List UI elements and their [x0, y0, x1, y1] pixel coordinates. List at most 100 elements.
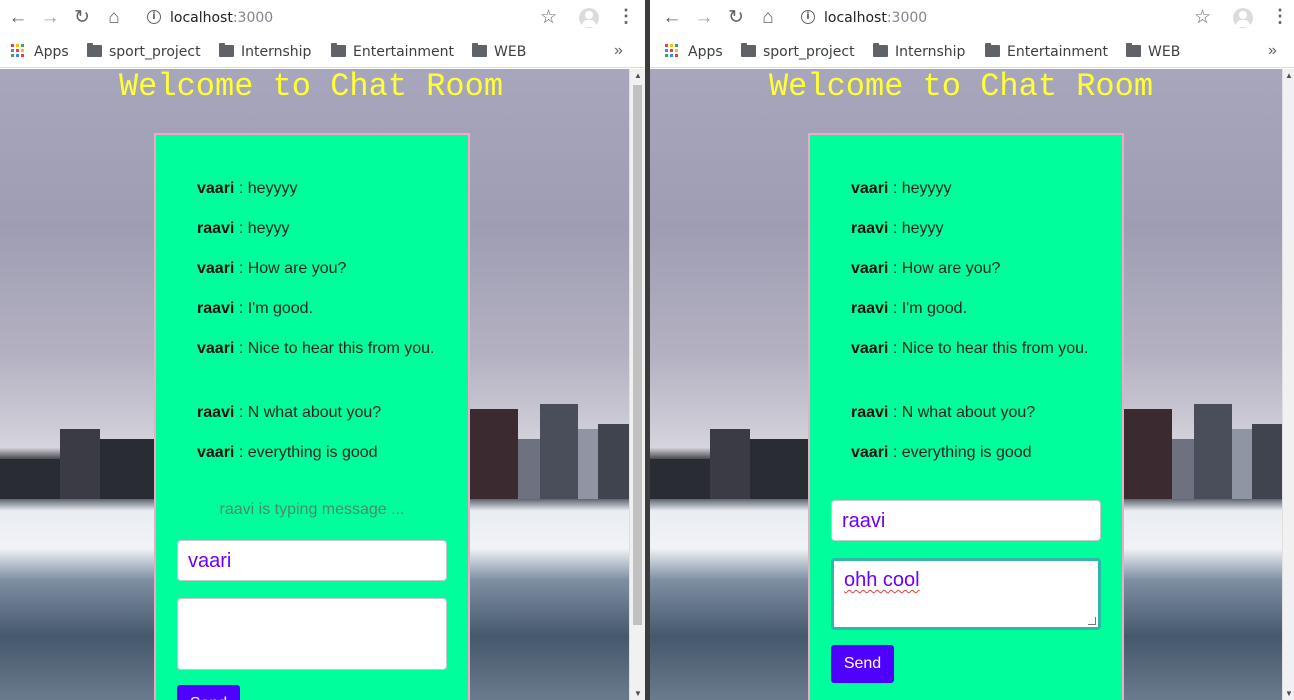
back-arrow-icon[interactable]: ← — [662, 8, 682, 28]
name-input[interactable]: raavi — [831, 500, 1101, 541]
message-text: : Nice to hear this from you. — [888, 340, 1089, 357]
scroll-up-arrow-icon[interactable]: ▲ — [634, 71, 642, 80]
site-info-icon[interactable]: i — [147, 10, 161, 24]
message-text: : I'm good. — [234, 300, 314, 317]
vertical-scrollbar[interactable]: ▲ ▼ — [629, 69, 645, 700]
reload-icon[interactable]: ↻ — [726, 8, 746, 28]
page-viewport: Welcome to Chat Room vaari : heyyyy raav… — [650, 69, 1282, 700]
chat-container: vaari : heyyyy raavi : heyyy vaari : How… — [808, 133, 1124, 700]
message-text: : heyyy — [234, 220, 290, 237]
typing-indicator: raavi is typing message ... — [219, 501, 405, 518]
chat-message: vaari : Nice to hear this from you. — [851, 337, 1091, 361]
chat-message: raavi : N what about you? — [851, 401, 1091, 425]
chat-message: vaari : heyyyy — [851, 177, 1091, 201]
browser-toolbar: ← → ↻ ⌂ i localhost:3000 ☆ ⋮ — [650, 0, 1294, 36]
folder-icon — [985, 43, 1000, 57]
profile-avatar-icon[interactable] — [579, 8, 599, 28]
message-author: raavi — [851, 220, 889, 237]
message-text: : everything is good — [888, 444, 1032, 461]
message-author: vaari — [197, 180, 235, 197]
apps-grid-icon — [665, 44, 678, 57]
profile-avatar-icon[interactable] — [1233, 8, 1253, 28]
chat-message: raavi : I'm good. — [851, 297, 1091, 321]
page-viewport: Welcome to Chat Room vaari : heyyyy raav… — [0, 69, 629, 700]
bookmark-internship[interactable]: Internship — [895, 43, 965, 61]
menu-kebab-icon[interactable]: ⋮ — [1271, 7, 1289, 25]
message-author: vaari — [851, 260, 889, 277]
chat-message: raavi : heyyy — [851, 217, 1091, 241]
message-author: raavi — [197, 220, 235, 237]
message-author: vaari — [851, 444, 889, 461]
message-text: : I'm good. — [888, 300, 968, 317]
message-textarea[interactable]: ohh cool — [831, 558, 1101, 630]
name-input[interactable]: vaari — [177, 540, 447, 581]
message-author: vaari — [851, 340, 889, 357]
site-info-icon[interactable]: i — [801, 10, 815, 24]
message-author: vaari — [197, 444, 235, 461]
message-text: : heyyy — [888, 220, 944, 237]
scroll-down-arrow-icon[interactable]: ▼ — [1285, 689, 1293, 698]
address-bar[interactable]: localhost:3000 — [170, 10, 273, 26]
folder-icon — [87, 43, 102, 57]
scrollbar-thumb[interactable] — [633, 85, 642, 625]
bookmark-web[interactable]: WEB — [494, 43, 526, 61]
message-text: : heyyyy — [234, 180, 298, 197]
folder-icon — [1126, 43, 1141, 57]
bookmark-entertainment[interactable]: Entertainment — [1007, 43, 1108, 61]
chat-message: raavi : I'm good. — [197, 297, 437, 321]
browser-toolbar: ← → ↻ ⌂ i localhost:3000 ☆ ⋮ — [0, 0, 645, 36]
bookmark-sport-project[interactable]: sport_project — [763, 43, 855, 61]
browser-window-right: ← → ↻ ⌂ i localhost:3000 ☆ ⋮ Apps sport_… — [650, 0, 1294, 700]
chat-message: raavi : N what about you? — [197, 401, 437, 425]
send-button[interactable]: Send — [177, 685, 240, 700]
bookmark-apps[interactable]: Apps — [34, 43, 69, 61]
message-author: raavi — [851, 404, 889, 421]
message-text: : How are you? — [234, 260, 347, 277]
bookmarks-overflow-icon[interactable]: » — [614, 42, 623, 60]
folder-icon — [331, 43, 346, 57]
bookmark-star-icon[interactable]: ☆ — [1194, 6, 1211, 29]
chat-message: vaari : everything is good — [851, 441, 1091, 465]
bookmark-internship[interactable]: Internship — [241, 43, 311, 61]
message-textarea[interactable] — [177, 598, 447, 670]
folder-icon — [741, 43, 756, 57]
bookmarks-overflow-icon[interactable]: » — [1268, 42, 1277, 60]
scroll-down-arrow-icon[interactable]: ▼ — [634, 689, 642, 698]
page-title: Welcome to Chat Room — [768, 69, 1154, 105]
message-text: : N what about you? — [888, 404, 1036, 421]
folder-icon — [873, 43, 888, 57]
resize-handle-icon[interactable] — [1088, 617, 1096, 625]
chat-message: vaari : heyyyy — [197, 177, 437, 201]
bookmark-web[interactable]: WEB — [1148, 43, 1180, 61]
home-icon[interactable]: ⌂ — [104, 8, 124, 28]
bookmarks-bar: Apps sport_project Internship Entertainm… — [0, 36, 645, 68]
chat-message: vaari : How are you? — [197, 257, 437, 281]
message-author: raavi — [851, 300, 889, 317]
back-arrow-icon[interactable]: ← — [8, 8, 28, 28]
chat-container: vaari : heyyyy raavi : heyyy vaari : How… — [154, 133, 470, 700]
scroll-up-arrow-icon[interactable]: ▲ — [1285, 71, 1293, 80]
vertical-scrollbar[interactable]: ▲ ▼ — [1282, 69, 1294, 700]
chat-message: raavi : heyyy — [197, 217, 437, 241]
message-text: : heyyyy — [888, 180, 952, 197]
message-author: raavi — [197, 404, 235, 421]
message-text: : everything is good — [234, 444, 378, 461]
bookmark-star-icon[interactable]: ☆ — [540, 6, 557, 29]
chat-message: vaari : everything is good — [197, 441, 437, 465]
message-text: : How are you? — [888, 260, 1001, 277]
home-icon[interactable]: ⌂ — [758, 8, 778, 28]
bookmark-entertainment[interactable]: Entertainment — [353, 43, 454, 61]
bookmarks-bar: Apps sport_project Internship Entertainm… — [650, 36, 1294, 68]
bookmark-sport-project[interactable]: sport_project — [109, 43, 201, 61]
message-author: vaari — [197, 260, 235, 277]
address-bar[interactable]: localhost:3000 — [824, 10, 927, 26]
menu-kebab-icon[interactable]: ⋮ — [617, 7, 635, 25]
message-author: vaari — [851, 180, 889, 197]
forward-arrow-icon[interactable]: → — [694, 8, 714, 28]
reload-icon[interactable]: ↻ — [72, 8, 92, 28]
page-title: Welcome to Chat Room — [118, 69, 504, 105]
send-button[interactable]: Send — [831, 645, 894, 683]
bookmark-apps[interactable]: Apps — [688, 43, 723, 61]
apps-grid-icon — [11, 44, 24, 57]
forward-arrow-icon[interactable]: → — [40, 8, 60, 28]
